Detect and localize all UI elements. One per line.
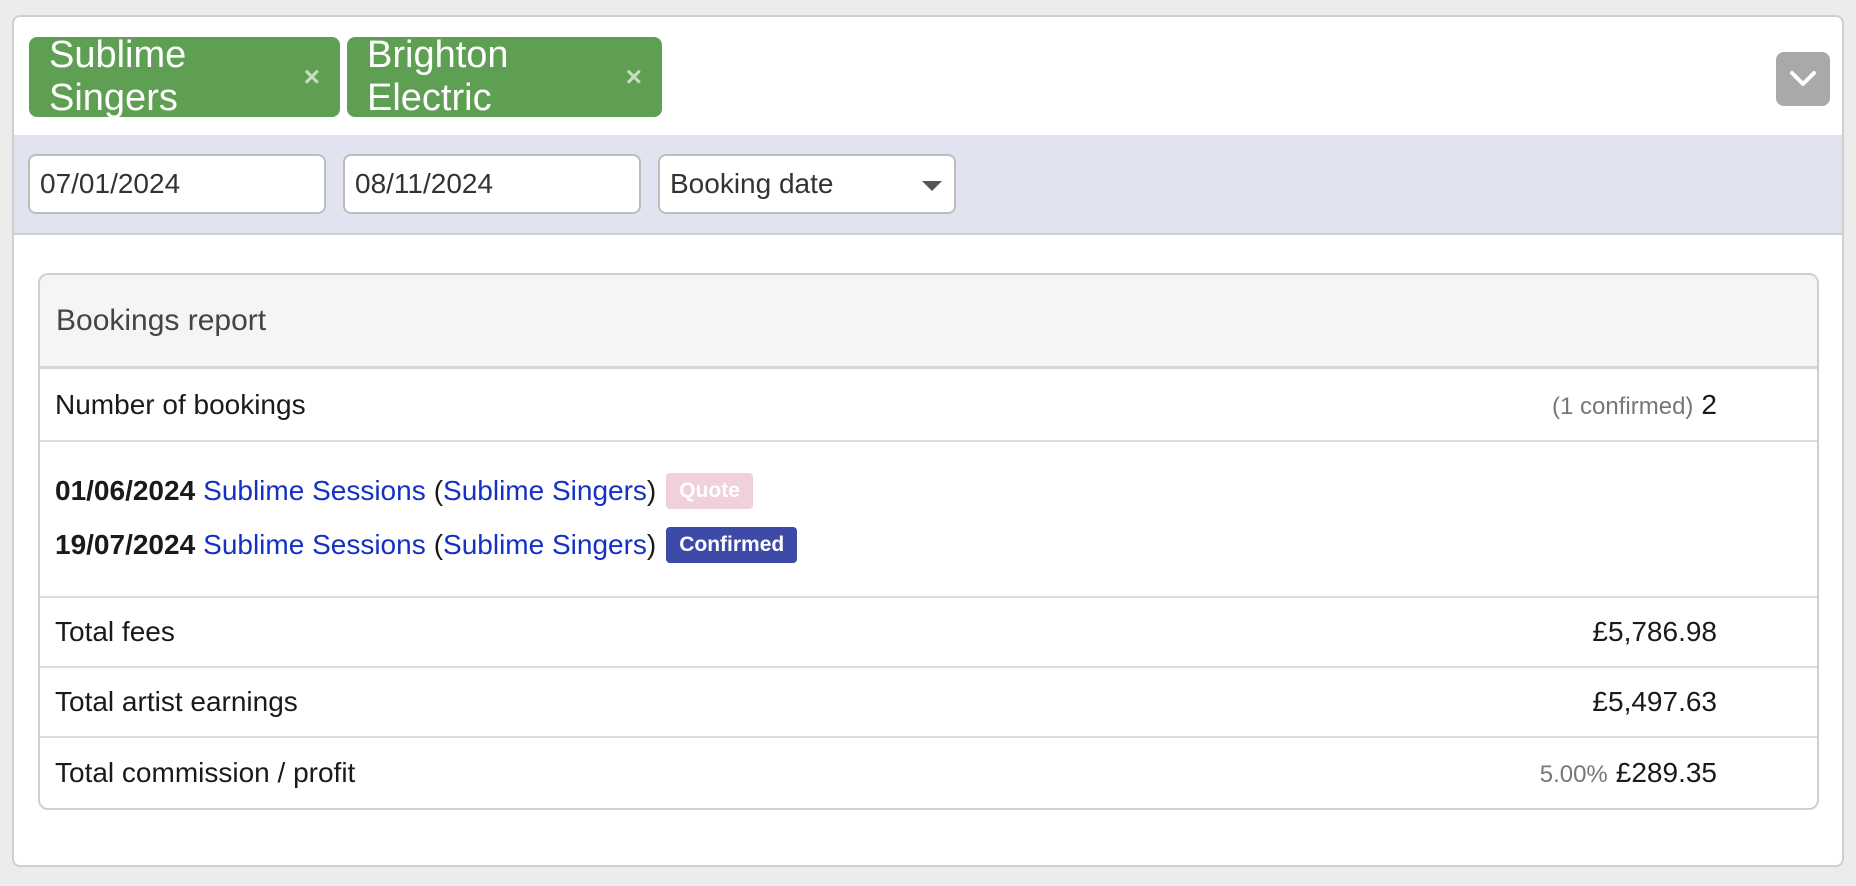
bookings-report-panel: Bookings report Number of bookings (1 co… — [38, 273, 1819, 810]
tag-label: Brighton Electric — [367, 34, 509, 119]
total-artist-earnings-value: £5,497.63 — [1592, 686, 1717, 717]
paren-close: ) — [646, 529, 657, 560]
paren-open: ( — [433, 529, 444, 560]
row-label: Total commission / profit — [55, 757, 356, 788]
remove-tag-icon[interactable]: × — [304, 61, 320, 93]
date-type-select[interactable]: Booking date — [658, 154, 956, 214]
tag-label: Sublime Singers — [49, 34, 187, 119]
row-label: Number of bookings — [55, 388, 306, 420]
toggle-dropdown-button[interactable] — [1776, 52, 1830, 106]
artist-link[interactable]: Sublime Singers — [443, 475, 647, 507]
paren-open: ( — [433, 475, 444, 506]
artist-link[interactable]: Sublime Singers — [443, 529, 647, 561]
row-label: Total fees — [55, 616, 175, 647]
chevron-down-icon — [1790, 71, 1816, 86]
end-date-input[interactable]: 08/11/2024 — [343, 154, 641, 214]
total-fees-row: Total fees £5,786.98 — [40, 598, 1817, 668]
number-of-bookings-row: Number of bookings (1 confirmed) 2 — [40, 369, 1817, 442]
row-label: Total artist earnings — [55, 686, 298, 717]
filter-bar: 07/01/2024 08/11/2024 Booking date — [14, 135, 1842, 235]
paren-close: ) — [646, 475, 657, 506]
bookings-list: 01/06/2024 Sublime Sessions ( Sublime Si… — [40, 442, 1817, 598]
list-item: 01/06/2024 Sublime Sessions ( Sublime Si… — [40, 464, 1817, 518]
confirmed-count-note: (1 confirmed) — [1552, 392, 1694, 420]
total-commission-row: Total commission / profit 5.00% £289.35 — [40, 738, 1817, 808]
selected-artists-bar: Sublime Singers × Brighton Electric × — [14, 17, 1842, 137]
total-commission-value: £289.35 — [1615, 757, 1717, 788]
list-item: 19/07/2024 Sublime Sessions ( Sublime Si… — [40, 518, 1817, 572]
booking-date: 01/06/2024 — [55, 475, 196, 506]
caret-down-icon — [922, 181, 942, 191]
date-type-value: Booking date — [670, 168, 834, 199]
panel-title: Bookings report — [40, 275, 1817, 369]
artist-tag-brighton-electric: Brighton Electric × — [347, 34, 662, 119]
bookings-count: 2 — [1701, 388, 1717, 420]
event-link[interactable]: Sublime Sessions — [203, 529, 426, 561]
total-fees-value: £5,786.98 — [1592, 616, 1717, 647]
artist-tag-sublime-singers: Sublime Singers × — [29, 34, 340, 119]
start-date-input[interactable]: 07/01/2024 — [28, 154, 326, 214]
event-link[interactable]: Sublime Sessions — [203, 475, 426, 507]
status-badge: Confirmed — [666, 527, 798, 563]
commission-percent: 5.00% — [1539, 761, 1608, 788]
total-artist-earnings-row: Total artist earnings £5,497.63 — [40, 668, 1817, 738]
report-container: Sublime Singers × Brighton Electric × 07… — [12, 15, 1844, 867]
remove-tag-icon[interactable]: × — [626, 61, 642, 93]
booking-date: 19/07/2024 — [55, 529, 196, 560]
status-badge: Quote — [666, 473, 753, 509]
